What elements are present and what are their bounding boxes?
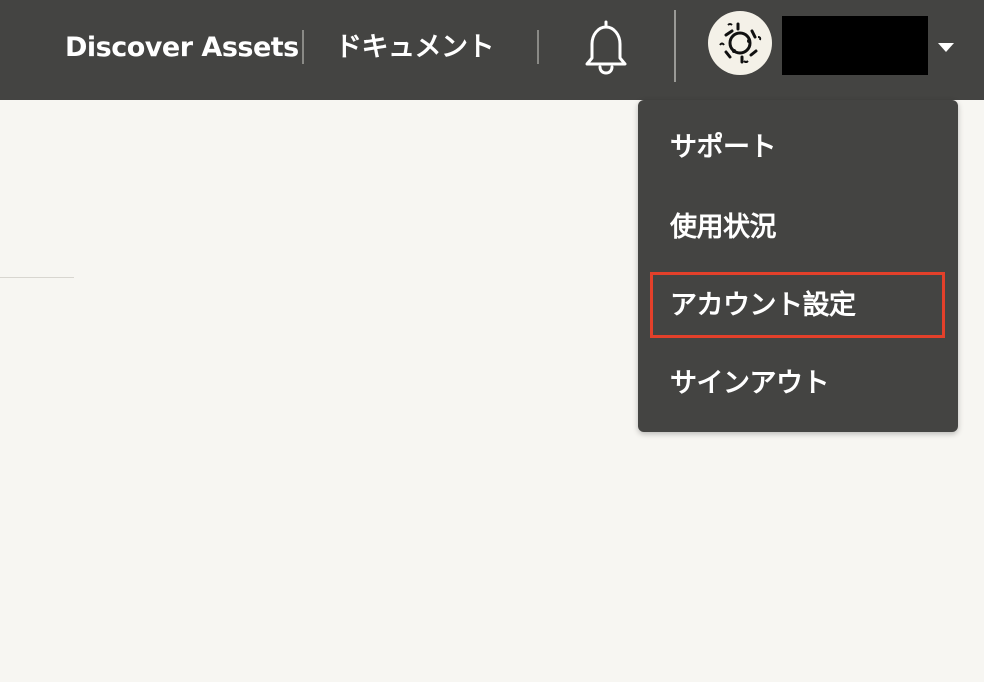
nav-divider: [674, 10, 676, 82]
nav-link-discover-assets[interactable]: Discover Assets: [65, 28, 299, 68]
menu-item-usage[interactable]: 使用状況: [638, 196, 958, 260]
content-divider: [0, 277, 74, 278]
bell-icon-graphic: [585, 20, 627, 75]
bell-icon[interactable]: [578, 18, 634, 76]
menu-item-sign-out[interactable]: サインアウト: [638, 352, 958, 416]
menu-item-support[interactable]: サポート: [638, 116, 958, 180]
nav-link-documents[interactable]: ドキュメント: [335, 28, 495, 68]
user-name-redacted[interactable]: [782, 16, 928, 75]
menu-item-account-settings[interactable]: アカウント設定: [638, 274, 958, 338]
account-dropdown-menu: サポート 使用状況 アカウント設定 サインアウト: [638, 100, 958, 432]
caret-down-icon[interactable]: [936, 38, 956, 52]
top-navigation-bar: Discover Assets ドキュメント: [0, 0, 984, 100]
avatar-graphic: [710, 13, 770, 73]
nav-divider: [537, 30, 539, 64]
avatar-icon[interactable]: [708, 11, 772, 75]
caret-down-graphic: [938, 43, 954, 52]
nav-divider: [302, 30, 304, 64]
